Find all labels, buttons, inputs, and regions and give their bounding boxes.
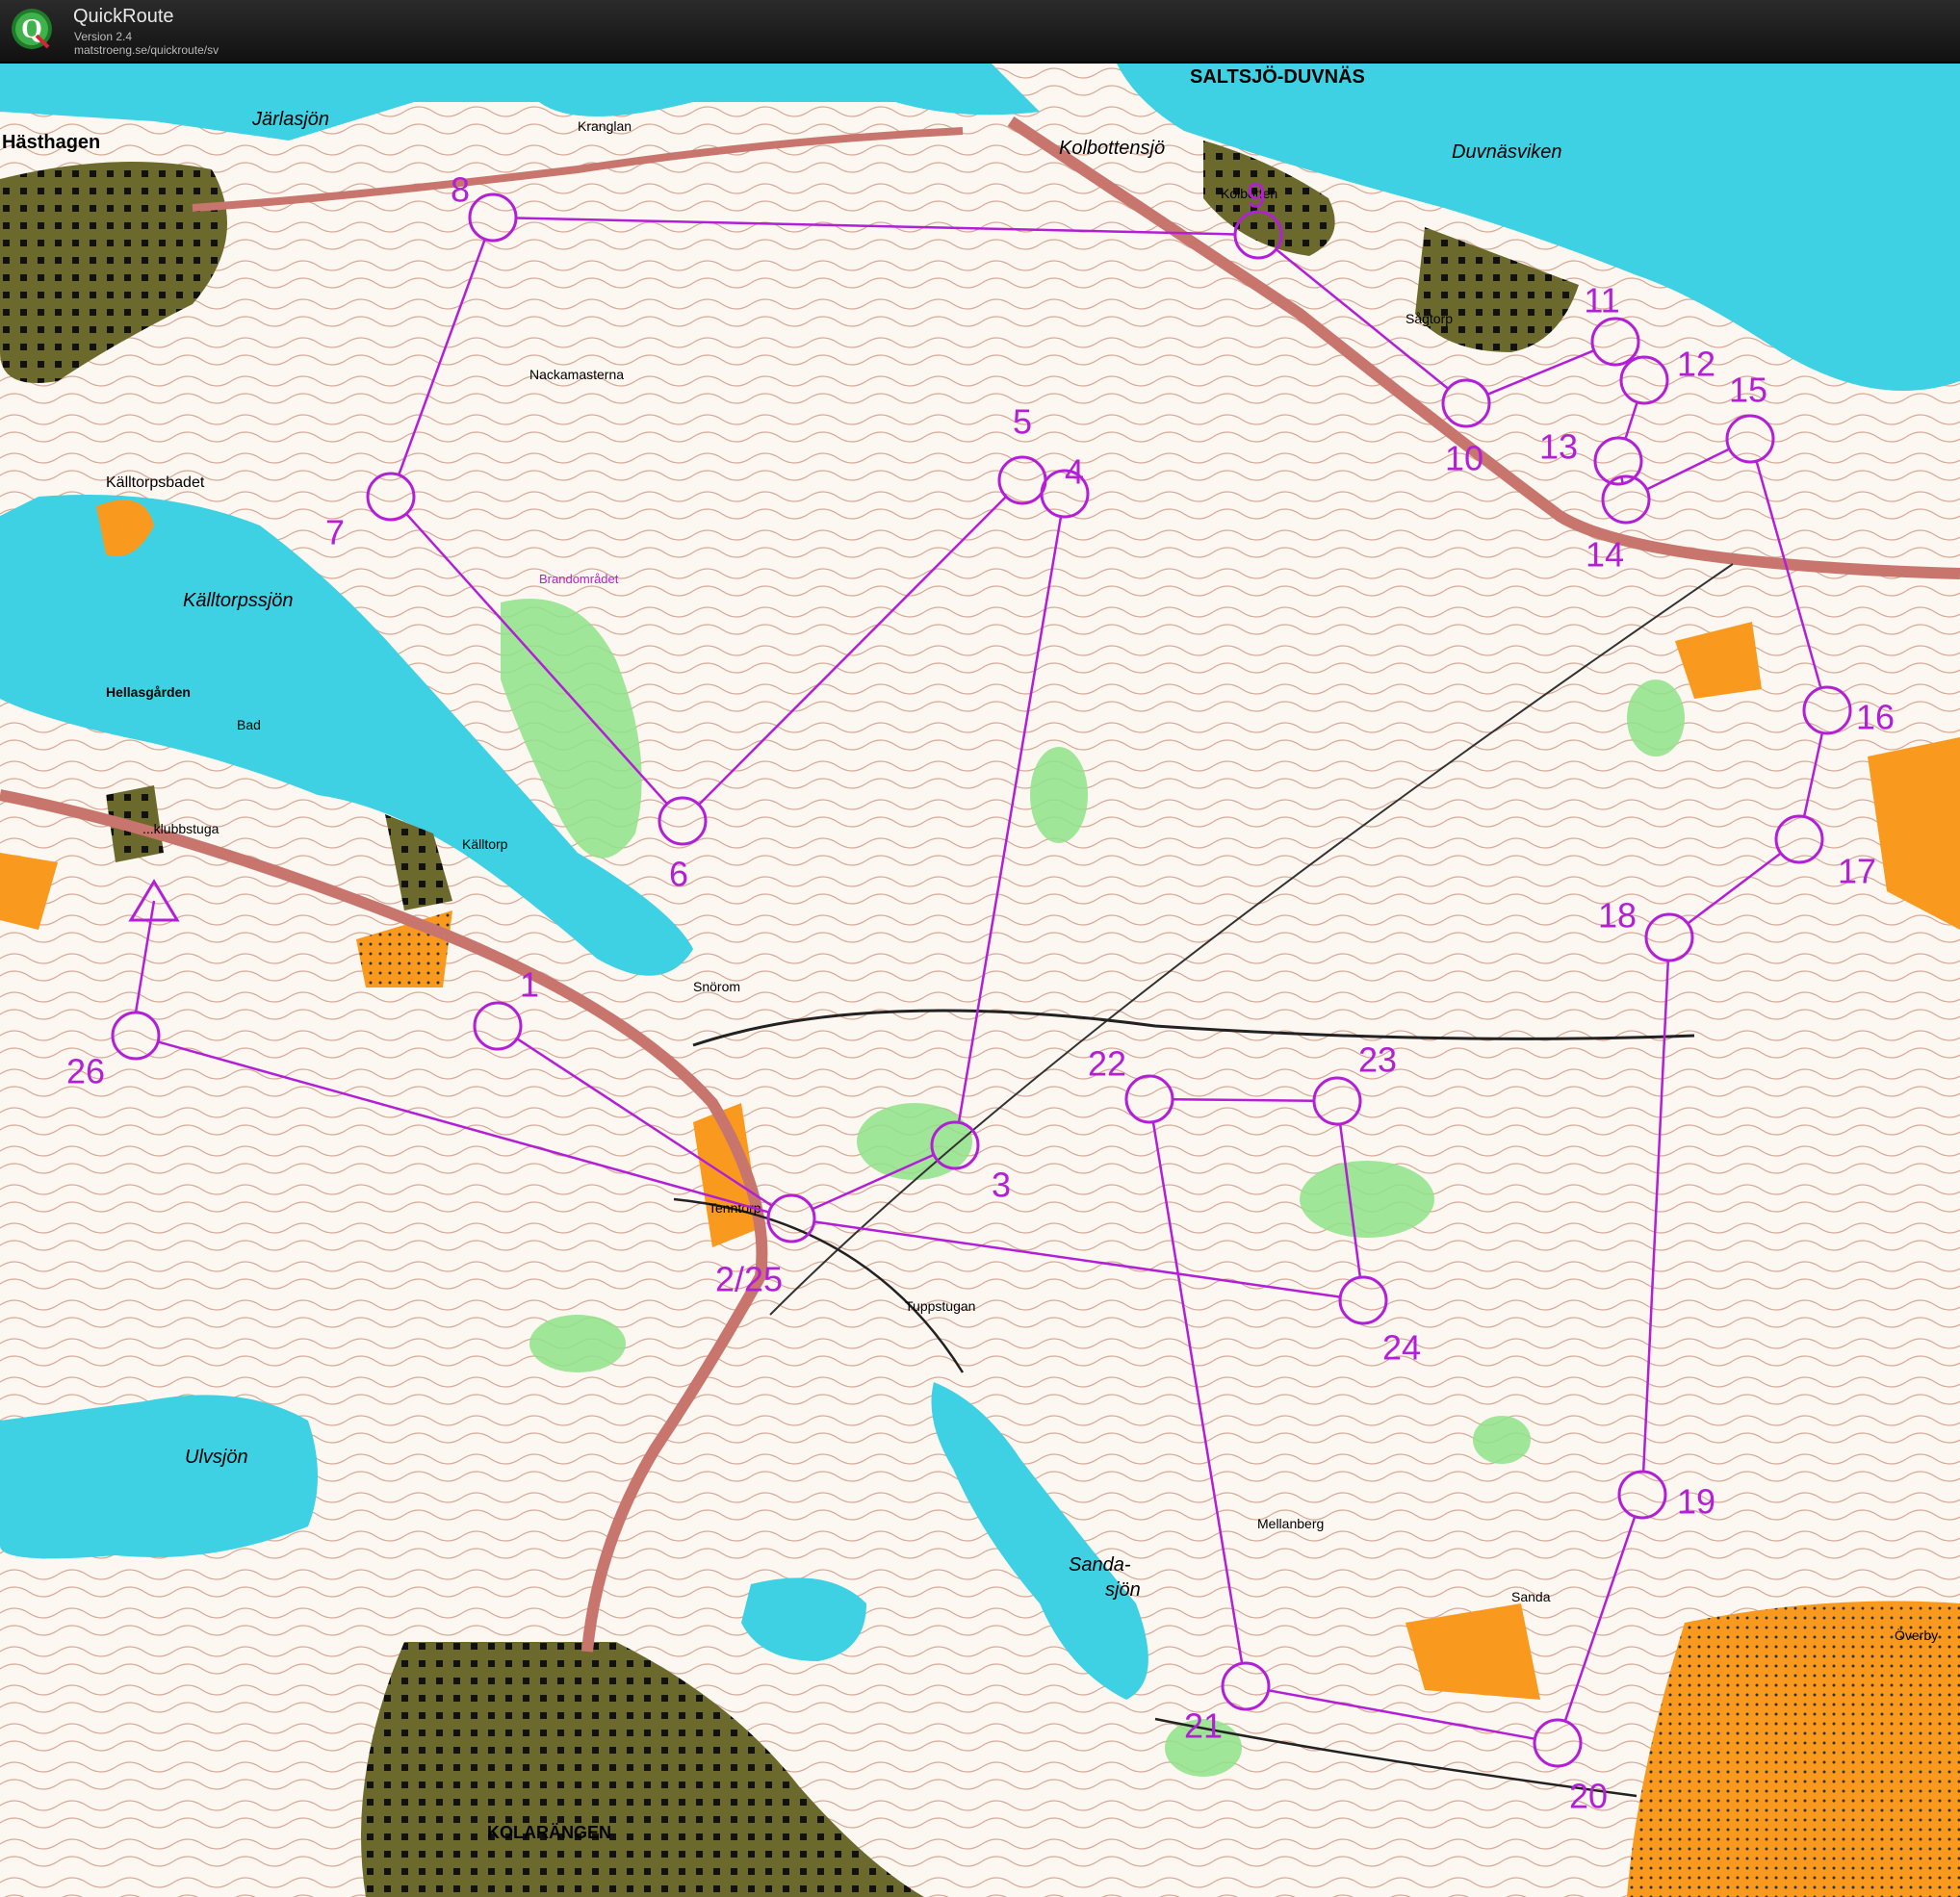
label-kranglan: Kranglan <box>578 118 632 134</box>
label-brandomradet: Brandområdet <box>539 572 619 586</box>
control-number: 12 <box>1677 345 1715 384</box>
label-nackamasterna: Nackamasterna <box>529 367 624 382</box>
control-number: 22 <box>1088 1044 1126 1084</box>
label-tuppstugan: Tuppstugan <box>905 1298 975 1314</box>
title-bar: Q QuickRoute Version 2.4 matstroeng.se/q… <box>0 0 1960 62</box>
control-number: 23 <box>1358 1040 1397 1080</box>
control-number: 21 <box>1184 1706 1223 1746</box>
control-number: 4 <box>1065 452 1084 492</box>
control-number: 20 <box>1569 1777 1608 1816</box>
control-number: 10 <box>1445 439 1483 478</box>
control-number: 1 <box>520 965 539 1005</box>
control-number: 26 <box>66 1052 105 1091</box>
label-sandasjon-1: Sanda- <box>1069 1554 1131 1576</box>
label-sanda: Sanda <box>1511 1589 1551 1604</box>
label-klubbstuga: ...klubbstuga <box>142 821 219 836</box>
label-overby: Överby <box>1895 1627 1938 1643</box>
label-kolbottensjo: Kolbottensjö <box>1059 138 1165 159</box>
label-mellanberg: Mellanberg <box>1257 1516 1324 1531</box>
label-snorom: Snörom <box>693 979 740 994</box>
water-ulvsjon <box>0 1395 318 1559</box>
control-number: 17 <box>1838 852 1876 891</box>
quickroute-logo-icon: Q <box>12 9 52 49</box>
control-number: 18 <box>1598 896 1637 936</box>
label-sandasjon-2: sjön <box>1105 1579 1141 1601</box>
control-number: 24 <box>1382 1328 1421 1368</box>
control-number: 8 <box>451 170 470 210</box>
control-number: 19 <box>1677 1482 1715 1522</box>
control-number: 16 <box>1856 698 1895 737</box>
label-saltsjo-duvnas: SALTSJÖ-DUVNÄS <box>1190 65 1365 88</box>
label-duvnasviken: Duvnäsviken <box>1452 141 1562 163</box>
label-hellasgarden: Hellasgården <box>106 684 191 700</box>
label-sagtorp: Sågtorp <box>1406 311 1453 326</box>
label-jarlasjon: Järlasjön <box>251 109 329 130</box>
app-version: Version 2.4 <box>74 30 133 43</box>
control-number: 14 <box>1586 535 1624 575</box>
control-number: 11 <box>1584 281 1619 320</box>
orienteering-map[interactable]: Hästhagen Järlasjön Kranglan SALTSJÖ-DUV… <box>0 64 1960 1897</box>
control-number: 15 <box>1729 371 1767 410</box>
label-kalltorp: Källtorp <box>462 836 508 852</box>
control-number: 5 <box>1013 402 1032 442</box>
course-leg <box>1172 1097 1315 1103</box>
label-ulvsjon: Ulvsjön <box>185 1447 248 1468</box>
control-number: 2/25 <box>715 1260 783 1299</box>
app-title: QuickRoute <box>73 6 174 27</box>
control-number: 7 <box>325 513 345 552</box>
control-number: 13 <box>1539 427 1578 467</box>
label-kalltorpsbadet: Källtorpsbadet <box>106 474 205 491</box>
control-number: 9 <box>1247 176 1266 216</box>
label-kolarangen: KOLARÄNGEN <box>487 1823 611 1842</box>
control-number: 6 <box>669 855 688 894</box>
label-bad: Bad <box>237 717 261 732</box>
control-number: 3 <box>992 1166 1011 1205</box>
label-kalltorpssjon: Källtorpssjön <box>183 590 294 611</box>
label-hasthagen: Hästhagen <box>2 132 100 153</box>
app-url: matstroeng.se/quickroute/sv <box>74 43 219 57</box>
